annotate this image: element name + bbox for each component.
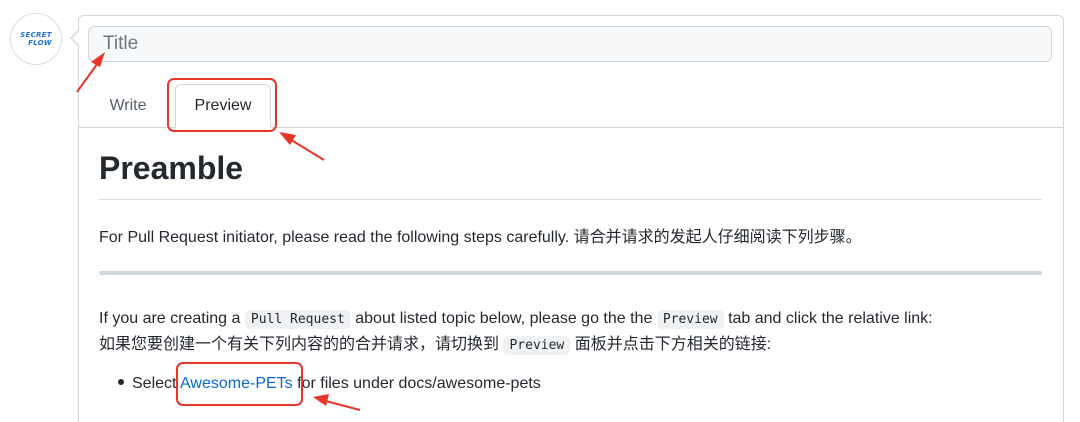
instructions-line-zh: 如果您要创建一个有关下列内容的的合并请求，请切换到 Preview 面板并点击下…: [99, 332, 933, 358]
comment-panel: [78, 15, 1064, 422]
instructions-en-mid: about listed topic below, please go the …: [355, 310, 653, 327]
instructions-en-prefix: If you are creating a: [99, 310, 241, 327]
bullet-prefix: Select: [132, 375, 177, 392]
avatar-logo-text-1: SECRET: [20, 31, 52, 39]
code-preview-zh: Preview: [503, 336, 571, 355]
avatar[interactable]: SECRET FLOW: [10, 13, 62, 65]
instructions-en-suffix: tab and click the relative link:: [728, 310, 933, 327]
section-divider: [99, 271, 1042, 275]
instructions-line-en: If you are creating a Pull Request about…: [99, 306, 933, 332]
comment-caret-inner: [72, 31, 79, 45]
tab-preview[interactable]: Preview: [175, 84, 271, 128]
bullet-dot: [118, 378, 124, 385]
instructions-zh-prefix: 如果您要创建一个有关下列内容的的合并请求，请切换到: [99, 336, 500, 353]
code-preview: Preview: [656, 310, 724, 329]
instructions-paragraph: If you are creating a Pull Request about…: [99, 306, 933, 358]
awesome-pets-link[interactable]: Awesome-PETs: [180, 375, 293, 392]
title-input[interactable]: [88, 26, 1052, 62]
bullet-suffix: for files under docs/awesome-pets: [297, 375, 541, 392]
heading-divider: [99, 199, 1042, 200]
intro-paragraph: For Pull Request initiator, please read …: [99, 229, 862, 246]
list-item: Select Awesome-PETs for files under docs…: [118, 375, 541, 393]
instructions-zh-suffix: 面板并点击下方相关的链接:: [574, 336, 772, 353]
tab-write[interactable]: Write: [96, 84, 160, 128]
code-pull-request: Pull Request: [244, 310, 351, 329]
preview-heading: Preamble: [99, 150, 244, 186]
avatar-logo-text-2: FLOW: [28, 39, 52, 47]
